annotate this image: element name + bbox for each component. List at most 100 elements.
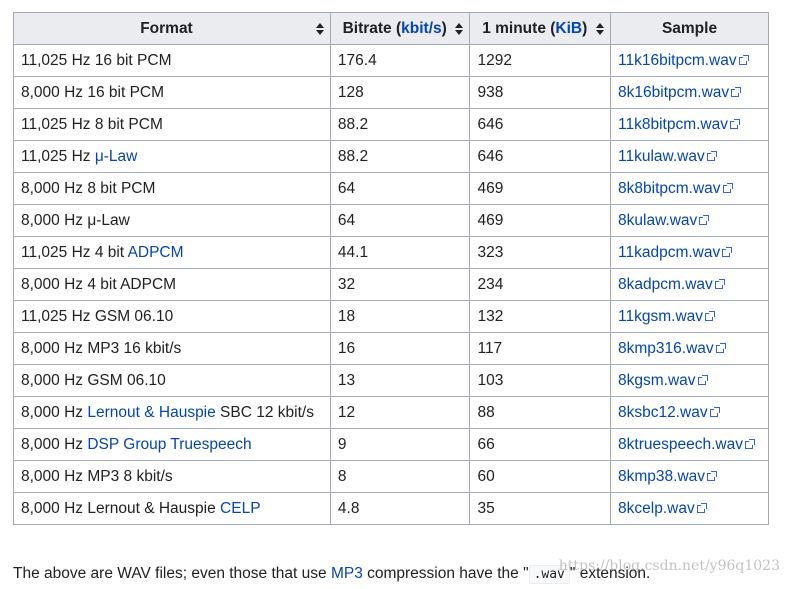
column-header-bitrate[interactable]: Bitrate (kbit/s) (329, 12, 471, 45)
sample-cell: 8k16bitpcm.wav (610, 76, 769, 109)
format-text: 8,000 Hz MP3 8 kbit/s (21, 467, 173, 485)
format-cell: 8,000 Hz GSM 06.10 (13, 364, 331, 397)
external-link-icon (709, 406, 720, 417)
table-row: 8,000 Hz MP3 16 kbit/s 16 117 8kmp316.wav (13, 332, 769, 365)
sample-link[interactable]: 8k8bitpcm.wav (618, 180, 733, 197)
table-row: 8,000 Hz GSM 06.10 13 103 8kgsm.wav (13, 364, 769, 397)
external-link-icon (730, 118, 740, 129)
sample-cell: 8ksbc12.wav (610, 396, 769, 429)
sample-link[interactable]: 8ksbc12.wav (618, 403, 720, 421)
external-link-icon (722, 246, 733, 257)
column-header-format-label: Format (140, 19, 193, 37)
sample-link[interactable]: 8kgsm.wav (618, 371, 708, 389)
table-header-row: Format Bitrate (kbit/s) 1 minute (KiB) S… (13, 12, 769, 45)
minute-size-cell: 1292 (469, 44, 612, 77)
format-cell: 11,025 Hz 16 bit PCM (13, 44, 331, 77)
kib-link[interactable]: KiB (555, 20, 582, 37)
sample-link[interactable]: 11kgsm.wav (618, 308, 716, 325)
sample-cell: 11kulaw.wav (610, 140, 769, 173)
sample-link[interactable]: 8kcelp.wav (618, 500, 707, 517)
format-cell: 11,025 Hz 4 bit ADPCM (13, 236, 331, 269)
minute-size-cell: 323 (469, 236, 612, 269)
format-link[interactable]: CELP (220, 500, 261, 517)
sample-link[interactable]: 8k16bitpcm.wav (618, 84, 742, 101)
sort-icon[interactable] (596, 22, 605, 35)
sample-link-label: 8kadpcm.wav (618, 275, 713, 293)
column-header-sample: Sample (610, 12, 769, 45)
format-text: 8,000 Hz 4 bit ADPCM (21, 275, 177, 293)
column-header-minute-label: 1 minute ( (482, 19, 556, 37)
minute-size-cell: 646 (469, 140, 612, 173)
format-link[interactable]: μ-Law (95, 148, 138, 165)
format-cell: 8,000 Hz μ-Law (13, 204, 331, 237)
format-cell: 11,025 Hz 8 bit PCM (13, 108, 331, 141)
table-row: 8,000 Hz 8 bit PCM 64 469 8k8bitpcm.wav (13, 172, 769, 205)
sample-link-label: 8ksbc12.wav (618, 403, 708, 421)
column-header-format[interactable]: Format (13, 12, 331, 45)
format-link[interactable]: ADPCM (128, 244, 184, 261)
format-text: 8,000 Hz (21, 435, 88, 453)
minute-size-cell: 132 (469, 300, 612, 333)
kbit-s-link[interactable]: kbit/s (401, 20, 441, 37)
sample-cell: 11k16bitpcm.wav (610, 44, 769, 77)
sample-link[interactable]: 11k16bitpcm.wav (618, 52, 749, 69)
sample-cell: 8kulaw.wav (610, 204, 769, 237)
sample-cell: 8kadpcm.wav (610, 268, 769, 301)
external-link-icon (707, 470, 718, 481)
column-header-minute-suffix: ) (582, 19, 588, 37)
table-row: 8,000 Hz Lernout & Hauspie CELP 4.8 35 8kce… (13, 492, 769, 525)
format-cell: 8,000 Hz 4 bit ADPCM (13, 268, 331, 301)
format-text: 11,025 Hz 16 bit PCM (21, 51, 172, 69)
sample-link[interactable]: 11kadpcm.wav (618, 244, 733, 261)
sample-cell: 8kmp316.wav (610, 332, 769, 365)
watermark: https://blog.csdn.net/y96q1023 (558, 558, 780, 574)
format-cell: 8,000 Hz Lernout & Hauspie CELP (13, 492, 331, 525)
format-text: 8,000 Hz 8 bit PCM (21, 179, 156, 197)
bitrate-cell: 16 (329, 332, 471, 365)
bitrate-cell: 12 (329, 396, 471, 429)
table-body: 11,025 Hz 16 bit PCM 176.4 1292 11k16bitpcm… (13, 44, 769, 525)
sample-cell: 11kadpcm.wav (610, 236, 769, 269)
sample-link[interactable]: 11kulaw.wav (618, 148, 717, 165)
sample-link[interactable]: 8kulaw.wav (618, 211, 710, 229)
sort-icon[interactable] (315, 22, 324, 35)
column-header-bitrate-label: Bitrate ( (342, 19, 402, 37)
format-text: 8,000 Hz μ-Law (21, 211, 130, 229)
format-text: 8,000 Hz MP3 16 kbit/s (21, 339, 182, 357)
column-header-sample-label: Sample (661, 19, 718, 37)
format-link[interactable]: Lernout & Hauspie (87, 404, 215, 421)
bitrate-cell: 44.1 (329, 236, 471, 269)
column-header-bitrate-suffix: ) (441, 19, 447, 37)
minute-size-cell: 35 (469, 492, 612, 525)
external-link-icon (744, 438, 755, 449)
format-cell: 8,000 Hz Lernout & Hauspie SBC 12 kbit/s (13, 396, 331, 429)
sample-cell: 11kgsm.wav (610, 300, 769, 333)
format-text: 8,000 Hz 16 bit PCM (21, 83, 165, 101)
sample-cell: 11k8bitpcm.wav (610, 108, 769, 141)
external-link-icon (699, 214, 710, 225)
minute-size-cell: 66 (469, 428, 612, 461)
sample-link[interactable]: 8kmp38.wav (618, 468, 718, 485)
minute-size-cell: 646 (469, 108, 612, 141)
external-link-icon (706, 150, 717, 161)
table-row: 8,000 Hz μ-Law 64 469 8kulaw.wav (13, 204, 769, 237)
sample-link[interactable]: 11k8bitpcm.wav (618, 116, 740, 133)
sample-link-label: 8kgsm.wav (618, 371, 696, 389)
format-cell: 11,025 Hz μ-Law (13, 140, 331, 173)
format-text: 11,025 Hz 4 bit (21, 243, 128, 261)
table-row: 11,025 Hz μ-Law 88.2 646 11kulaw.wav (13, 140, 769, 173)
external-link-icon (705, 310, 716, 321)
sample-link[interactable]: 8ktruespeech.wav (618, 436, 755, 453)
sample-link-label: 8kulaw.wav (618, 211, 698, 229)
format-link[interactable]: DSP Group Truespeech (87, 436, 251, 453)
sort-icon[interactable] (455, 22, 464, 35)
bitrate-cell: 64 (329, 204, 471, 237)
column-header-minute[interactable]: 1 minute (KiB) (469, 12, 612, 45)
format-text: 11,025 Hz (21, 147, 95, 165)
sample-link[interactable]: 8kadpcm.wav (618, 275, 725, 293)
mp3-link[interactable]: MP3 (331, 565, 363, 582)
sample-link[interactable]: 8kmp316.wav (618, 340, 726, 357)
external-link-icon (715, 342, 726, 353)
table-row: 8,000 Hz 16 bit PCM 128 938 8k16bitpcm.wav (13, 76, 769, 109)
bitrate-cell: 88.2 (329, 140, 471, 173)
